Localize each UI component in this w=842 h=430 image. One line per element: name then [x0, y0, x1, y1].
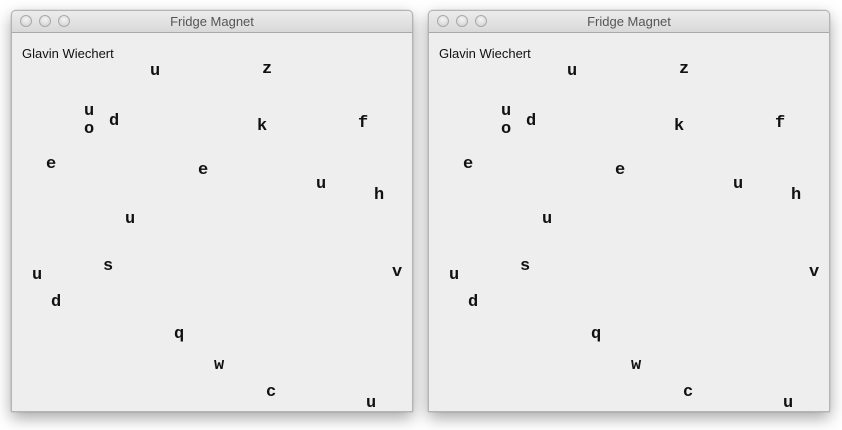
letter-magnet[interactable]: u	[733, 176, 743, 193]
window-title: Fridge Magnet	[587, 14, 671, 29]
letter-magnet[interactable]: k	[257, 118, 267, 135]
letter-magnet[interactable]: e	[198, 162, 208, 179]
fridge-magnet-window-right: Fridge Magnet Glavin Wiechert u z u d o …	[428, 10, 830, 412]
letter-magnet[interactable]: o	[501, 121, 511, 138]
magnet-board: Glavin Wiechert u z u d o k f e e u h u …	[12, 33, 412, 411]
window-title: Fridge Magnet	[170, 14, 254, 29]
title-bar[interactable]: Fridge Magnet	[429, 11, 829, 33]
fridge-magnet-window-left: Fridge Magnet Glavin Wiechert u z u d o …	[11, 10, 413, 412]
letter-magnet[interactable]: d	[51, 294, 61, 311]
title-bar[interactable]: Fridge Magnet	[12, 11, 412, 33]
letter-magnet[interactable]: v	[809, 264, 819, 281]
letter-magnet[interactable]: z	[679, 61, 689, 78]
letter-magnet[interactable]: d	[109, 113, 119, 130]
letter-magnet[interactable]: q	[591, 326, 601, 343]
letter-magnet[interactable]: d	[468, 294, 478, 311]
letter-magnet[interactable]: z	[262, 61, 272, 78]
letter-magnet[interactable]: c	[266, 384, 276, 401]
letter-magnet[interactable]: u	[84, 103, 94, 120]
letter-magnet[interactable]: u	[783, 395, 793, 411]
letter-magnet[interactable]: e	[615, 162, 625, 179]
letter-magnet[interactable]: u	[32, 267, 42, 284]
author-label: Glavin Wiechert	[22, 46, 114, 61]
letter-magnet[interactable]: e	[46, 156, 56, 173]
letter-magnet[interactable]: u	[316, 176, 326, 193]
letter-magnet[interactable]: s	[520, 258, 530, 275]
letter-magnet[interactable]: e	[463, 156, 473, 173]
magnet-board: Glavin Wiechert u z u d o k f e e u h u …	[429, 33, 829, 411]
letter-magnet[interactable]: f	[775, 115, 785, 132]
letter-magnet[interactable]: u	[542, 211, 552, 228]
author-label: Glavin Wiechert	[439, 46, 531, 61]
letter-magnet[interactable]: v	[392, 264, 402, 281]
letter-magnet[interactable]: h	[791, 187, 801, 204]
letter-magnet[interactable]: s	[103, 258, 113, 275]
letter-magnet[interactable]: d	[526, 113, 536, 130]
letter-magnet[interactable]: k	[674, 118, 684, 135]
letter-magnet[interactable]: u	[501, 103, 511, 120]
letter-magnet[interactable]: o	[84, 121, 94, 138]
letter-magnet[interactable]: w	[631, 357, 641, 374]
letter-magnet[interactable]: c	[683, 384, 693, 401]
letter-magnet[interactable]: f	[358, 115, 368, 132]
letter-magnet[interactable]: u	[366, 395, 376, 411]
letter-magnet[interactable]: h	[374, 187, 384, 204]
letter-magnet[interactable]: u	[449, 267, 459, 284]
letter-magnet[interactable]: u	[125, 211, 135, 228]
letter-magnet[interactable]: u	[150, 63, 160, 80]
letter-magnet[interactable]: u	[567, 63, 577, 80]
letter-magnet[interactable]: w	[214, 357, 224, 374]
letter-magnet[interactable]: q	[174, 326, 184, 343]
